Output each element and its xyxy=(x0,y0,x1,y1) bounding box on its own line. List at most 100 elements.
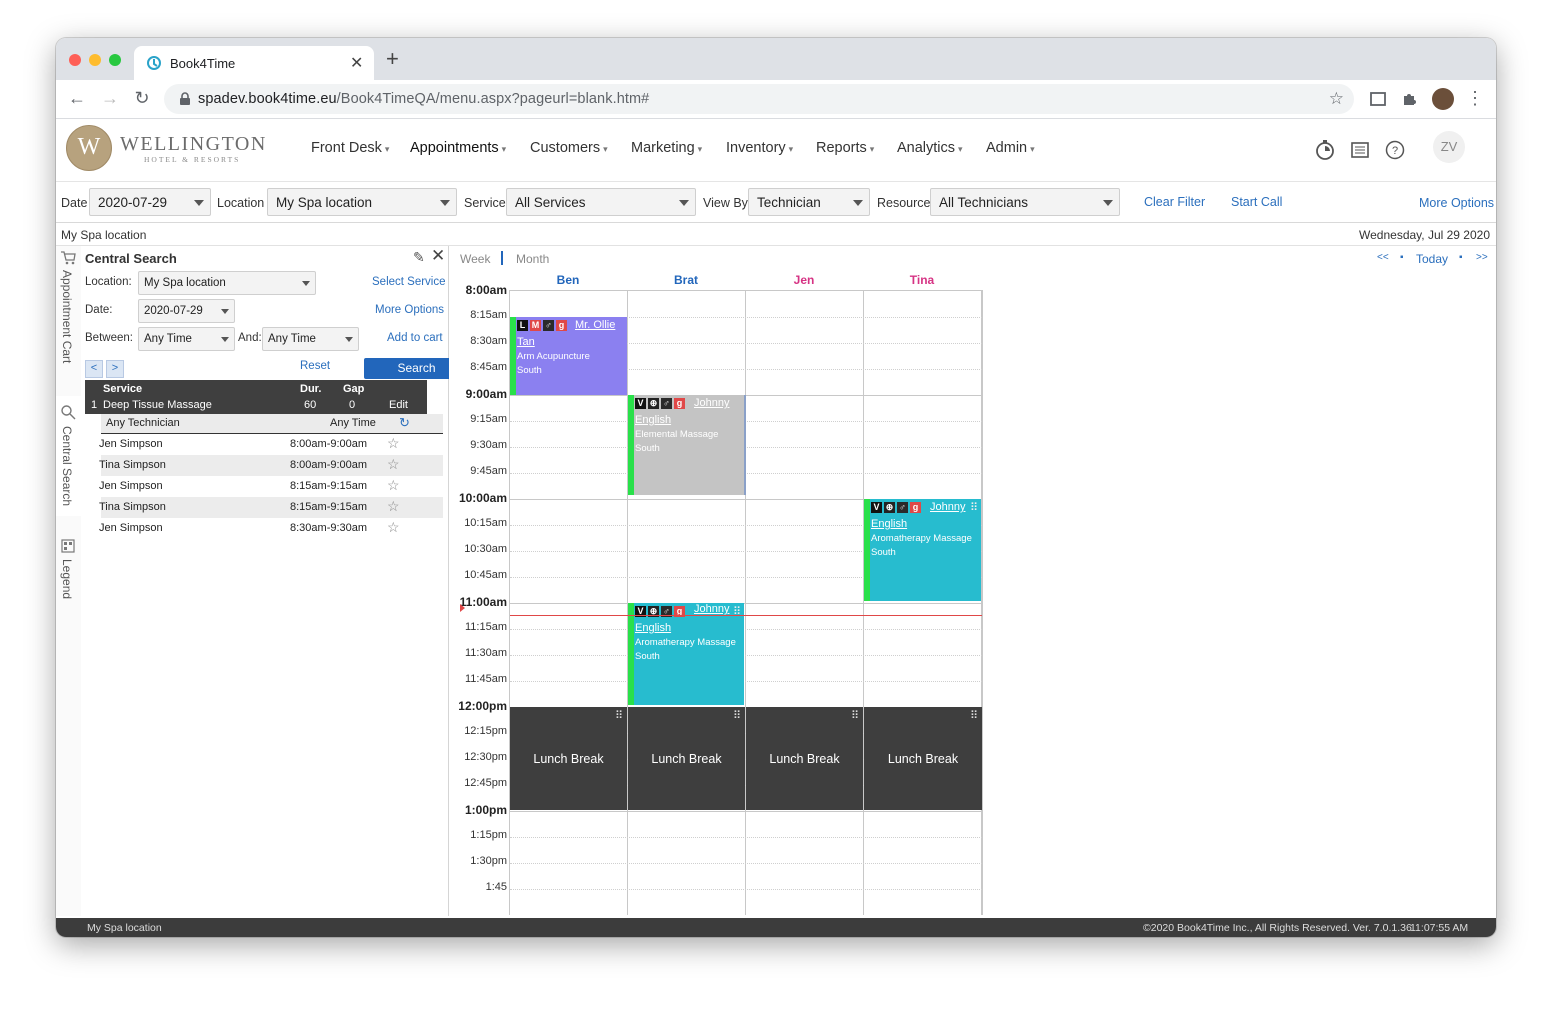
technician-header-jen[interactable]: Jen xyxy=(745,273,863,287)
nav-marketing[interactable]: Marketing ▾ xyxy=(631,140,702,156)
viewby-filter-select[interactable]: Technician xyxy=(748,188,870,216)
search-icon[interactable] xyxy=(60,404,76,420)
address-bar[interactable]: spadev.book4time.eu/Book4TimeQA/menu.asp… xyxy=(164,84,1354,114)
drag-handle-icon[interactable]: ⠿ xyxy=(615,709,623,722)
screen-capture-icon[interactable] xyxy=(1368,89,1388,109)
drag-handle-icon[interactable]: ⠿ xyxy=(733,605,741,618)
nav-analytics[interactable]: Analytics ▾ xyxy=(897,140,963,156)
close-icon[interactable]: ✕ xyxy=(431,246,445,266)
news-icon[interactable] xyxy=(1349,139,1371,161)
lunch-break-block[interactable]: Lunch Break ⠿ xyxy=(746,707,863,810)
client-name-link[interactable]: Tan xyxy=(517,334,535,351)
user-avatar[interactable]: ZV xyxy=(1433,131,1465,163)
prev-day-link[interactable]: << xyxy=(1377,252,1389,263)
start-call-link[interactable]: Start Call xyxy=(1231,195,1282,209)
cs-more-options-link[interactable]: More Options xyxy=(375,304,444,316)
minimize-window-button[interactable] xyxy=(89,54,101,66)
appointment-card[interactable]: V ⊕ ♂ g Johnny English Elemental Massage So… xyxy=(628,395,746,495)
close-tab-icon[interactable]: ✕ xyxy=(350,53,363,73)
prev-page-button[interactable]: < xyxy=(85,360,103,378)
result-row[interactable]: Tina Simpson 8:15am-9:15am ☆ xyxy=(99,497,443,518)
result-row[interactable]: Jen Simpson 8:00am-9:00am ☆ xyxy=(99,434,443,455)
client-name-link[interactable]: English xyxy=(871,516,907,533)
lunch-break-block[interactable]: Lunch Break ⠿ xyxy=(864,707,982,810)
result-time: 8:00am-9:00am xyxy=(290,438,368,450)
favorite-star-icon[interactable]: ☆ xyxy=(387,498,400,515)
cs-date-select[interactable]: 2020-07-29 xyxy=(138,299,235,323)
grid-line xyxy=(510,603,982,604)
time-slot-label: 10:30am xyxy=(464,543,507,555)
favorite-star-icon[interactable]: ☆ xyxy=(387,477,400,494)
client-name-link[interactable]: English xyxy=(635,620,671,637)
back-arrow-icon[interactable]: ← xyxy=(66,88,88,109)
pin-icon[interactable]: ✎ xyxy=(413,249,425,266)
browser-tab[interactable]: Book4Time ✕ xyxy=(134,46,374,80)
lock-icon xyxy=(180,92,190,105)
favorite-star-icon[interactable]: ☆ xyxy=(387,435,400,452)
nav-reports[interactable]: Reports ▾ xyxy=(816,140,874,156)
stopwatch-icon[interactable] xyxy=(1314,139,1336,161)
nav-admin[interactable]: Admin ▾ xyxy=(986,140,1035,156)
reload-icon[interactable]: ↻ xyxy=(131,88,153,109)
clear-filter-link[interactable]: Clear Filter xyxy=(1144,195,1205,209)
refresh-icon[interactable]: ↻ xyxy=(399,415,410,431)
close-window-button[interactable] xyxy=(69,54,81,66)
drag-handle-icon[interactable]: ⠿ xyxy=(733,709,741,722)
technician-header-brat[interactable]: Brat xyxy=(627,273,745,287)
month-view-link[interactable]: Month xyxy=(516,252,549,266)
brand-logo[interactable]: W xyxy=(66,125,112,171)
client-name-link[interactable]: English xyxy=(635,412,671,429)
lunch-break-block[interactable]: Lunch Break ⠿ xyxy=(628,707,745,810)
week-view-link[interactable]: Week xyxy=(460,252,490,266)
location-filter-select[interactable]: My Spa location xyxy=(267,188,457,216)
result-row[interactable]: Jen Simpson 8:15am-9:15am ☆ xyxy=(99,476,443,497)
nav-inventory[interactable]: Inventory ▾ xyxy=(726,140,793,156)
profile-avatar[interactable] xyxy=(1432,88,1454,110)
next-page-button[interactable]: > xyxy=(106,360,124,378)
maximize-window-button[interactable] xyxy=(109,54,121,66)
appointment-cart-tab[interactable]: Appointment Cart xyxy=(60,270,74,363)
more-options-link[interactable]: More Options xyxy=(1419,196,1494,210)
appointment-card[interactable]: L M ♂ g Mr. Ollie Tan Arm Acupuncture South xyxy=(510,317,627,395)
appointment-card[interactable]: V ⊕ ♂ g Johnny English Aromatherapy Massage… xyxy=(864,499,981,601)
drag-handle-icon[interactable]: ⠿ xyxy=(970,501,978,514)
drag-handle-icon[interactable]: ⠿ xyxy=(851,709,859,722)
result-row[interactable]: Jen Simpson 8:30am-9:30am ☆ xyxy=(99,518,443,539)
browser-menu-icon[interactable]: ⋮ xyxy=(1464,88,1486,109)
legend-icon[interactable] xyxy=(60,538,76,554)
add-to-cart-link[interactable]: Add to cart xyxy=(387,332,443,344)
appointment-card[interactable]: V ⊕ ♂ g Johnny English Aromatherapy Massage… xyxy=(628,603,744,705)
next-day-link[interactable]: >> xyxy=(1476,252,1488,263)
today-link[interactable]: Today xyxy=(1416,252,1448,266)
service-filter-select[interactable]: All Services xyxy=(506,188,696,216)
select-service-link[interactable]: Select Service xyxy=(372,276,446,288)
cart-icon[interactable] xyxy=(60,250,76,266)
nav-appointments[interactable]: Appointments ▾ xyxy=(410,140,506,156)
between-select[interactable]: Any Time xyxy=(138,327,235,351)
new-tab-icon[interactable]: + xyxy=(386,48,399,70)
client-name-link[interactable]: Mr. Ollie xyxy=(575,317,615,334)
cs-location-select[interactable]: My Spa location xyxy=(138,271,316,295)
central-search-tab[interactable]: Central Search xyxy=(60,426,74,506)
nav-front-desk[interactable]: Front Desk ▾ xyxy=(311,140,389,156)
favorite-star-icon[interactable]: ☆ xyxy=(387,456,400,473)
drag-handle-icon[interactable]: ⠿ xyxy=(970,709,978,722)
technician-header-tina[interactable]: Tina xyxy=(863,273,981,287)
date-filter-select[interactable]: 2020-07-29 xyxy=(89,188,211,216)
and-select[interactable]: Any Time xyxy=(262,327,359,351)
nav-customers[interactable]: Customers ▾ xyxy=(530,140,608,156)
result-row[interactable]: Tina Simpson 8:00am-9:00am ☆ xyxy=(99,455,443,476)
resource-filter-select[interactable]: All Technicians xyxy=(930,188,1120,216)
help-icon[interactable]: ? xyxy=(1384,139,1406,161)
legend-tab[interactable]: Legend xyxy=(60,559,74,599)
bookmark-star-icon[interactable]: ☆ xyxy=(1329,89,1344,109)
forward-arrow-icon[interactable]: → xyxy=(99,88,121,109)
client-name-link[interactable]: Johnny xyxy=(694,395,729,412)
favorite-star-icon[interactable]: ☆ xyxy=(387,519,400,536)
service-edit-link[interactable]: Edit xyxy=(389,399,408,411)
lunch-break-block[interactable]: Lunch Break ⠿ xyxy=(510,707,627,810)
reset-link[interactable]: Reset xyxy=(300,360,330,372)
extensions-puzzle-icon[interactable] xyxy=(1400,89,1420,109)
client-name-link[interactable]: Johnny xyxy=(930,499,965,516)
technician-header-ben[interactable]: Ben xyxy=(509,273,627,287)
